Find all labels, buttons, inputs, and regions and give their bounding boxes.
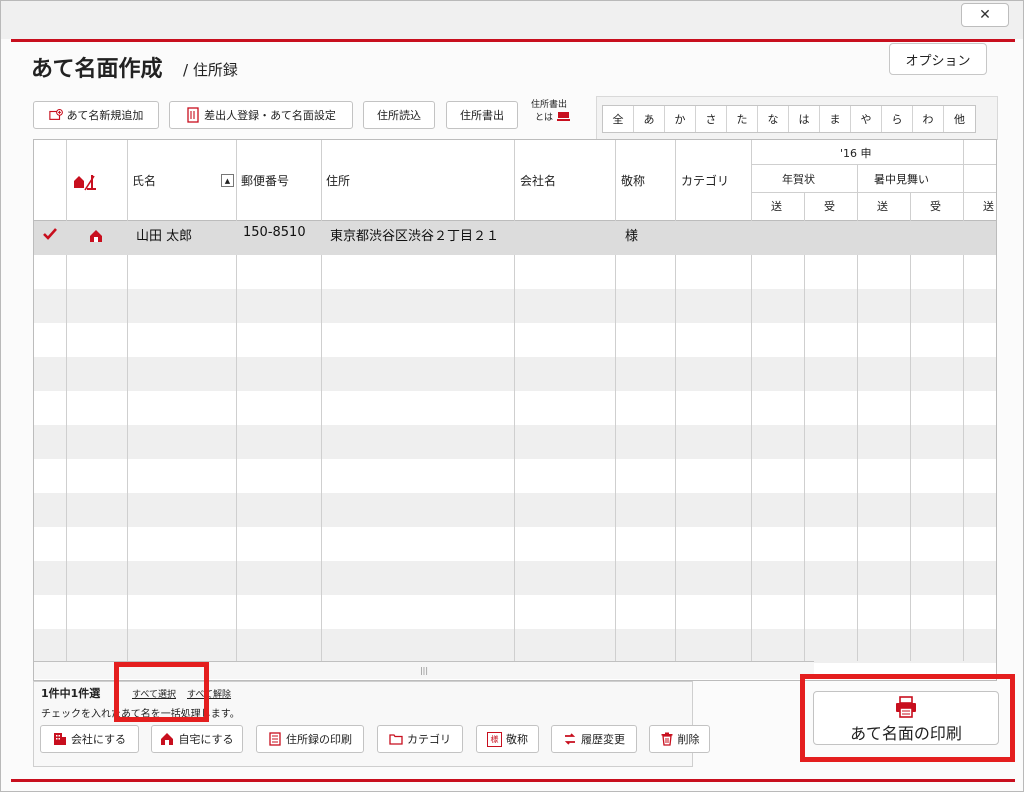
dialog-window: ✕ あて名面作成 / 住所録 オプション あて名新規追加 差出人登録・あて名面設… bbox=[0, 0, 1024, 792]
header-company[interactable]: 会社名 bbox=[520, 172, 556, 189]
export-help-link[interactable]: 住所書出 とは bbox=[531, 100, 571, 125]
empty-row bbox=[34, 561, 996, 595]
honorific-label: 敬称 bbox=[506, 733, 528, 746]
empty-row bbox=[34, 459, 996, 493]
header-shochu-send: 送 bbox=[877, 200, 888, 213]
add-card-icon bbox=[48, 108, 63, 122]
kana-tab-7[interactable]: ま bbox=[820, 106, 851, 132]
empty-row bbox=[34, 629, 996, 663]
header-nenga: 年賀状 bbox=[782, 173, 815, 186]
to-home-label: 自宅にする bbox=[178, 733, 234, 746]
to-home-button[interactable]: 自宅にする bbox=[151, 725, 243, 753]
page-title: あて名面作成 bbox=[31, 57, 163, 82]
header-honorific[interactable]: 敬称 bbox=[621, 172, 645, 189]
header-nenga-send: 送 bbox=[771, 200, 782, 213]
header-postal[interactable]: 郵便番号 bbox=[241, 172, 289, 189]
empty-row bbox=[34, 391, 996, 425]
empty-row bbox=[34, 357, 996, 391]
page-subtitle: / 住所録 bbox=[183, 61, 238, 79]
header-year-group: '16 申 bbox=[840, 147, 872, 160]
title-bar: ✕ bbox=[1, 1, 1023, 39]
row-address: 東京都渋谷区渋谷２丁目２１ bbox=[330, 229, 500, 244]
kana-tab-11[interactable]: 他 bbox=[944, 106, 975, 132]
empty-row bbox=[34, 425, 996, 459]
sender-setup-button[interactable]: 差出人登録・あて名面設定 bbox=[169, 101, 353, 129]
selection-count: 1件中1件選 bbox=[41, 687, 101, 700]
swap-arrows-icon bbox=[563, 732, 577, 746]
annotation-highlight-print-button bbox=[800, 674, 1015, 762]
building-icon bbox=[53, 732, 67, 746]
category-button[interactable]: カテゴリ bbox=[377, 725, 463, 753]
bottom-accent-line bbox=[11, 779, 1015, 782]
add-new-address-button[interactable]: あて名新規追加 bbox=[33, 101, 159, 129]
annotation-highlight-select-all bbox=[114, 662, 209, 722]
book-icon bbox=[557, 111, 571, 125]
import-address-button[interactable]: 住所読込 bbox=[363, 101, 435, 129]
export-address-button[interactable]: 住所書出 bbox=[446, 101, 518, 129]
house-icon bbox=[160, 732, 174, 746]
kana-tab-3[interactable]: さ bbox=[696, 106, 727, 132]
print-list-label: 住所録の印刷 bbox=[286, 733, 352, 746]
row-name: 山田 太郎 bbox=[136, 229, 193, 244]
header-next-send: 送 bbox=[983, 200, 994, 213]
header-nenga-recv: 受 bbox=[824, 200, 835, 213]
kana-tab-8[interactable]: や bbox=[851, 106, 882, 132]
history-change-label: 履歴変更 bbox=[581, 733, 625, 746]
kana-tab-10[interactable]: わ bbox=[913, 106, 944, 132]
kana-tab-6[interactable]: は bbox=[789, 106, 820, 132]
options-button[interactable]: オプション bbox=[889, 43, 987, 75]
header-category[interactable]: カテゴリ bbox=[681, 172, 729, 189]
category-label: カテゴリ bbox=[407, 733, 451, 746]
folder-icon bbox=[389, 732, 403, 746]
add-new-label: あて名新規追加 bbox=[66, 109, 144, 122]
kana-filter-tabs: 全あかさたなはまやらわ他 bbox=[602, 105, 976, 133]
kana-tab-9[interactable]: ら bbox=[882, 106, 913, 132]
export-help-line1: 住所書出 bbox=[531, 100, 568, 110]
to-company-button[interactable]: 会社にする bbox=[40, 725, 139, 753]
empty-row bbox=[34, 595, 996, 629]
sort-ascending-icon[interactable]: ▲ bbox=[221, 174, 234, 187]
print-address-list-button[interactable]: 住所録の印刷 bbox=[256, 725, 364, 753]
delete-label: 削除 bbox=[677, 733, 700, 746]
close-icon: ✕ bbox=[979, 7, 991, 23]
history-change-button[interactable]: 履歴変更 bbox=[551, 725, 637, 753]
header-shochu: 暑中見舞い bbox=[874, 173, 929, 186]
row-checkbox-checked-icon[interactable] bbox=[42, 227, 58, 245]
card-layout-icon bbox=[186, 107, 200, 123]
top-accent-line bbox=[11, 39, 1015, 42]
table-row[interactable]: 山田 太郎 150-8510 東京都渋谷区渋谷２丁目２１ 様 bbox=[34, 221, 996, 255]
export-label: 住所書出 bbox=[460, 109, 504, 122]
import-label: 住所読込 bbox=[377, 109, 421, 122]
home-address-icon[interactable] bbox=[89, 229, 103, 247]
empty-row bbox=[34, 289, 996, 323]
empty-row bbox=[34, 255, 996, 289]
header-shochu-recv: 受 bbox=[930, 200, 941, 213]
header-name[interactable]: 氏名 bbox=[132, 172, 156, 189]
honorific-button[interactable]: 様 敬称 bbox=[476, 725, 539, 753]
close-button[interactable]: ✕ bbox=[961, 3, 1009, 27]
row-postal: 150-8510 bbox=[243, 225, 306, 240]
kana-tab-2[interactable]: か bbox=[665, 106, 696, 132]
to-company-label: 会社にする bbox=[70, 733, 127, 746]
kana-filter-bar: 全あかさたなはまやらわ他 bbox=[596, 96, 998, 140]
kana-tab-1[interactable]: あ bbox=[634, 106, 665, 132]
address-table: 氏名 ▲ 郵便番号 住所 会社名 敬称 カテゴリ '16 申 年賀状 暑中見舞い… bbox=[33, 139, 997, 681]
kana-tab-5[interactable]: な bbox=[758, 106, 789, 132]
row-honorific: 様 bbox=[625, 229, 639, 244]
trash-icon bbox=[660, 732, 674, 746]
export-help-line2: とは bbox=[535, 112, 554, 123]
kana-tab-4[interactable]: た bbox=[727, 106, 758, 132]
home-company-toggle-icon[interactable] bbox=[72, 172, 98, 195]
document-list-icon bbox=[268, 732, 282, 746]
honorific-icon: 様 bbox=[487, 731, 502, 747]
empty-row bbox=[34, 493, 996, 527]
sender-setup-label: 差出人登録・あて名面設定 bbox=[204, 109, 336, 122]
header-address[interactable]: 住所 bbox=[326, 172, 350, 189]
delete-button[interactable]: 削除 bbox=[649, 725, 710, 753]
empty-row bbox=[34, 527, 996, 561]
kana-tab-0[interactable]: 全 bbox=[603, 106, 634, 132]
empty-row bbox=[34, 323, 996, 357]
